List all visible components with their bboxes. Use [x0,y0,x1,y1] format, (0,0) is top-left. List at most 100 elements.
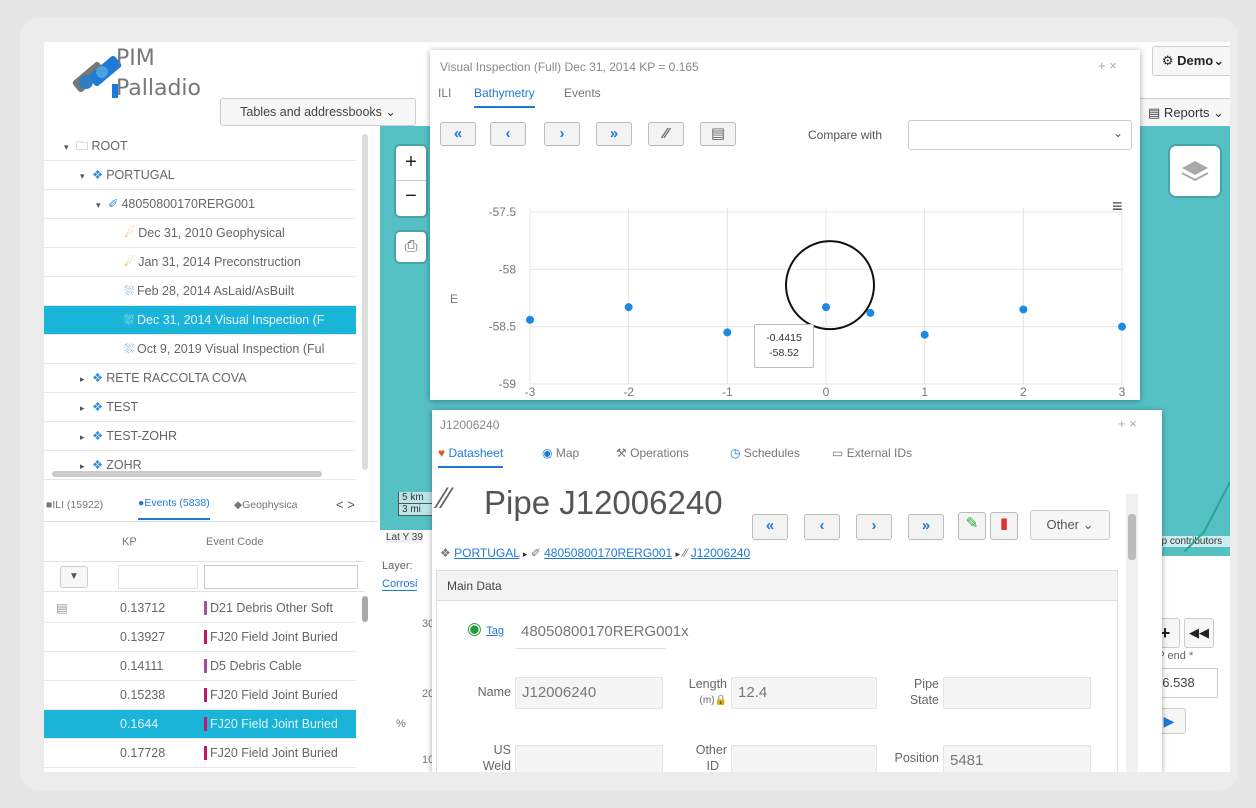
tree-item[interactable]: ⛆ Dec 31, 2014 Visual Inspection (F [44,306,356,335]
breadcrumb-portugal[interactable]: PORTUGAL [454,546,519,560]
breadcrumb-pipe[interactable]: J12006240 [691,546,750,560]
tab-geophysical[interactable]: ◆Geophysica [234,488,298,522]
previous-button[interactable]: ‹ [490,122,526,146]
map-coastline [1184,482,1230,552]
tables-addressbooks-menu[interactable]: Tables and addressbooks ⌄ [220,98,416,126]
position-field[interactable]: 5481 [943,745,1091,772]
tree-item[interactable]: ☄ Jan 31, 2014 Preconstruction [44,248,356,277]
expand-arrow-icon[interactable]: ▾ [80,162,92,189]
tab-operations[interactable]: ⚒ Operations [616,446,689,460]
tab-map-label: Map [555,446,580,460]
grid-scrollbar[interactable] [362,596,368,622]
first-kp-button[interactable]: ◀◀ [1184,618,1214,648]
tree-item[interactable]: ▾ 🗀 ROOT [44,132,356,161]
pipe-previous-button[interactable]: ‹ [804,514,840,540]
pipe-next-button[interactable]: › [856,514,892,540]
pipe-state-label-2: State [909,693,939,707]
export-button[interactable]: ▤ [700,122,736,146]
reports-menu[interactable]: ▤ Reports ⌄ [1138,98,1230,128]
event-code-cell: A1 Anode Visually Obs [210,768,358,772]
tab-map[interactable]: ◉ Map [542,446,579,460]
header-event-code[interactable]: Event Code [206,536,263,548]
delete-button[interactable]: ▮ [990,512,1018,540]
network-icon: ❖ [92,400,104,414]
tab-ili[interactable]: ■ILI (15922) [46,488,103,522]
header-kp[interactable]: KP [122,536,137,548]
tree-item[interactable]: ▾ ❖ PORTUGAL [44,161,356,190]
tab-external-ids[interactable]: ▭ External IDs [832,446,912,460]
collapse-arrow-icon[interactable]: ▸ [80,365,92,392]
next-button[interactable]: › [544,122,580,146]
compare-with-select[interactable]: ⌄ [908,120,1132,150]
tree-item[interactable]: ▾ ✐ 48050800170RERG001 [44,190,356,219]
filter-button[interactable]: ▼ [60,566,88,588]
inspection-window-controls[interactable]: + × [1098,58,1117,73]
pipe-window: J12006240 + × ♥ Datasheet ◉ Map ⚒ Operat… [432,410,1162,772]
tree-item-label: Dec 31, 2010 Geophysical [138,226,285,240]
kp-filter-input[interactable] [118,565,198,589]
breadcrumb-pipeline[interactable]: 48050800170RERG001 [544,546,672,560]
tree-item[interactable]: ▸ ❖ TEST-ZOHR [44,422,356,451]
collapse-arrow-icon[interactable]: ▸ [80,394,92,421]
table-row[interactable]: ▤ 0.13712 D21 Debris Other Soft [44,594,356,623]
tree-scrollbar[interactable] [362,134,368,470]
tree-item[interactable]: ☄ Dec 31, 2010 Geophysical [44,219,356,248]
table-row[interactable]: 0.17728 FJ20 Field Joint Buried [44,739,356,768]
event-code-filter-input[interactable] [204,565,358,589]
scrollbar-thumb[interactable] [1128,514,1136,560]
tab-ili-chart[interactable]: ILI [438,86,451,100]
table-row[interactable]: 0.15238 FJ20 Field Joint Buried [44,681,356,710]
corrosion-tab[interactable]: Corrosi [382,578,418,591]
table-row[interactable]: 0.14111 D5 Debris Cable [44,652,356,681]
map-layers-button[interactable] [1170,146,1220,196]
tab-datasheet[interactable]: ♥ Datasheet [438,446,504,468]
first-button[interactable]: « [440,122,476,146]
zoom-in-button[interactable]: + [396,146,426,181]
chart-menu-button[interactable]: ≡ [1112,196,1123,217]
pipe-window-scrollbar[interactable] [1126,494,1138,772]
pipe-window-title: J12006240 [440,418,500,432]
collapse-arrow-icon[interactable]: ▸ [80,423,92,450]
other-id-field[interactable] [731,745,877,772]
pipe-tool-button[interactable]: ⁄⁄ [648,122,684,146]
tag-field[interactable]: 48050800170RERG001x [515,617,689,649]
tree-item[interactable]: ▸ ❖ RETE RACCOLTA COVA [44,364,356,393]
tab-events[interactable]: ●Events (5838) [138,488,210,520]
last-button[interactable]: » [596,122,632,146]
pipe-small-icon: ⁄⁄ [683,546,688,560]
table-row[interactable]: 0.1644 FJ20 Field Joint Buried [44,710,356,739]
zoom-out-button[interactable]: − [396,181,426,216]
tab-scroll-nav[interactable]: < > [336,488,355,522]
expand-arrow-icon[interactable]: ▾ [64,133,76,160]
tree-item[interactable]: ▸ ❖ TEST [44,393,356,422]
tab-events-chart[interactable]: Events [564,86,601,100]
event-color-swatch [204,688,207,702]
table-row[interactable]: 0.18359 A1 Anode Visually Obs [44,768,356,772]
layer-label: Layer: [382,560,413,572]
pipe-window-controls[interactable]: + × [1118,416,1137,431]
clock-icon: ◷ [730,446,741,460]
network-icon: ❖ [92,168,104,182]
pipe-first-button[interactable]: « [752,514,788,540]
tab-bathymetry[interactable]: Bathymetry [474,86,535,108]
length-field[interactable]: 12.4 [731,677,877,709]
edit-button[interactable]: ✎ [958,512,986,540]
main-data-panel: Main Data ◉ Tag 48050800170RERG001x Name… [436,570,1118,772]
pipe-last-button[interactable]: » [908,514,944,540]
name-field[interactable]: J12006240 [515,677,663,709]
event-code-cell: D21 Debris Other Soft [210,601,333,615]
table-row[interactable]: 0.13927 FJ20 Field Joint Buried [44,623,356,652]
map-print-button[interactable]: ⎙ [396,232,426,262]
kp-cell: 0.15238 [120,688,166,702]
tree-horizontal-scrollbar[interactable] [52,471,322,477]
tree-item[interactable]: ⛆ Feb 28, 2014 AsLaid/AsBuilt [44,277,356,306]
tag-link[interactable]: Tag [486,625,504,637]
tab-schedules[interactable]: ◷ Schedules [730,446,800,460]
demo-user-menu[interactable]: ⚙ Demo⌄ [1152,46,1230,76]
pipe-state-field[interactable] [943,677,1091,709]
expand-arrow-icon[interactable]: ▾ [96,191,108,218]
other-menu-button[interactable]: Other ⌄ [1030,510,1110,540]
tree-item[interactable]: ⛆ Oct 9, 2019 Visual Inspection (Ful [44,335,356,364]
us-weld-field[interactable] [515,745,663,772]
document-icon[interactable]: ▤ [56,594,68,623]
